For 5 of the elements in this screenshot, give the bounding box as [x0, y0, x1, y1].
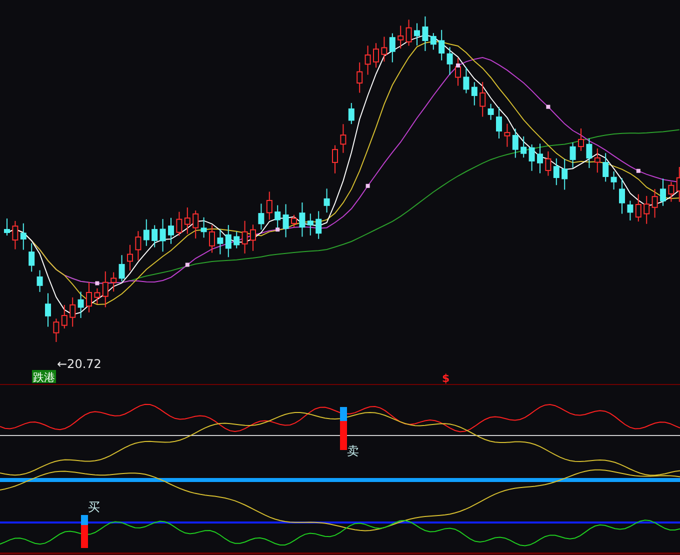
buy-signal-label: 买 [88, 500, 100, 514]
low-price-label: ←20.72 [57, 357, 102, 371]
signal-tag: 跌港 [32, 370, 56, 384]
divider-marker: $ [442, 372, 450, 385]
sell-signal-label: 卖 [347, 444, 359, 458]
